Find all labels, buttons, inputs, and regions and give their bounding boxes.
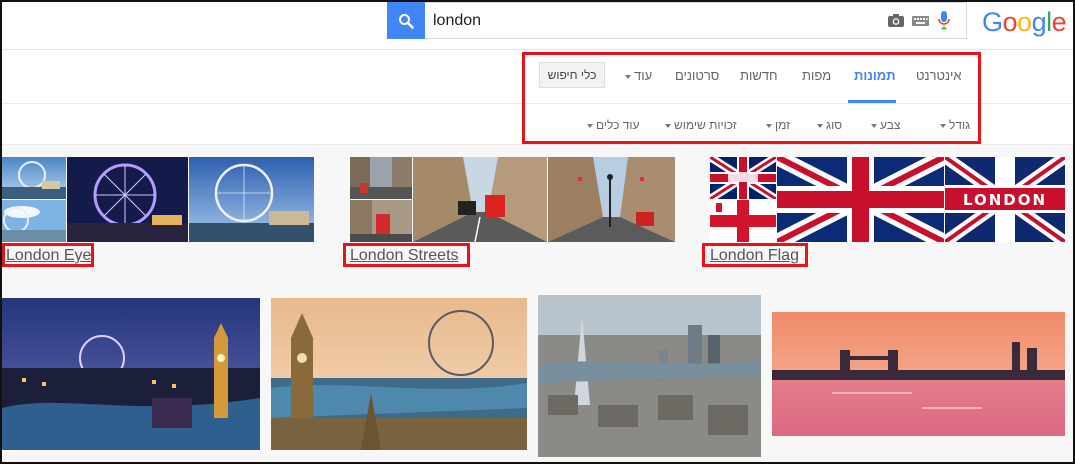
thumb-flag-4[interactable]: LONDON (945, 157, 1065, 242)
search-icon (399, 13, 414, 29)
image-results: London Eye London Streets LONDON London … (2, 145, 1073, 462)
thumb-streets-2[interactable] (350, 200, 412, 242)
logo-letter: g (1031, 7, 1047, 37)
thumb-eye-2[interactable] (2, 200, 66, 242)
logo-letter: G (982, 7, 1003, 37)
thumb-streets-3[interactable] (413, 157, 547, 242)
microphone-icon[interactable] (938, 10, 950, 30)
search-header: london Google (2, 2, 1073, 50)
logo-letter: e (1051, 7, 1067, 37)
image-result-shard-aerial[interactable] (538, 295, 761, 457)
google-logo[interactable]: Google (982, 7, 1067, 38)
image-result-tower-bridge-sunset[interactable] (772, 312, 1065, 436)
search-button[interactable] (387, 2, 425, 39)
highlight-box-tabs (522, 52, 981, 144)
highlight-box-london-eye (2, 243, 94, 267)
thumb-eye-4[interactable] (189, 157, 314, 242)
thumb-flag-3[interactable] (777, 157, 944, 242)
highlight-box-london-streets (343, 243, 470, 267)
logo-letter: o (1017, 7, 1032, 37)
keyboard-icon[interactable] (912, 16, 929, 26)
image-result-london-night[interactable] (2, 298, 260, 450)
flag-london-text: LONDON (963, 191, 1047, 209)
screenshot-frame: london Google אינטרנט תמונות מפות חדשות … (0, 0, 1075, 464)
thumb-streets-1[interactable] (350, 157, 412, 199)
logo-letter: o (1002, 7, 1018, 37)
thumb-flag-2[interactable] (710, 200, 776, 242)
camera-icon[interactable] (887, 13, 905, 28)
highlight-box-london-flag (702, 243, 808, 267)
search-query: london (433, 12, 482, 29)
thumb-eye-3[interactable] (67, 157, 188, 242)
thumb-streets-4[interactable] (548, 157, 675, 242)
search-input[interactable]: london (425, 2, 967, 39)
image-result-big-ben-eye[interactable] (271, 298, 527, 450)
thumb-flag-1[interactable] (710, 157, 776, 199)
thumb-eye-1[interactable] (2, 157, 66, 199)
